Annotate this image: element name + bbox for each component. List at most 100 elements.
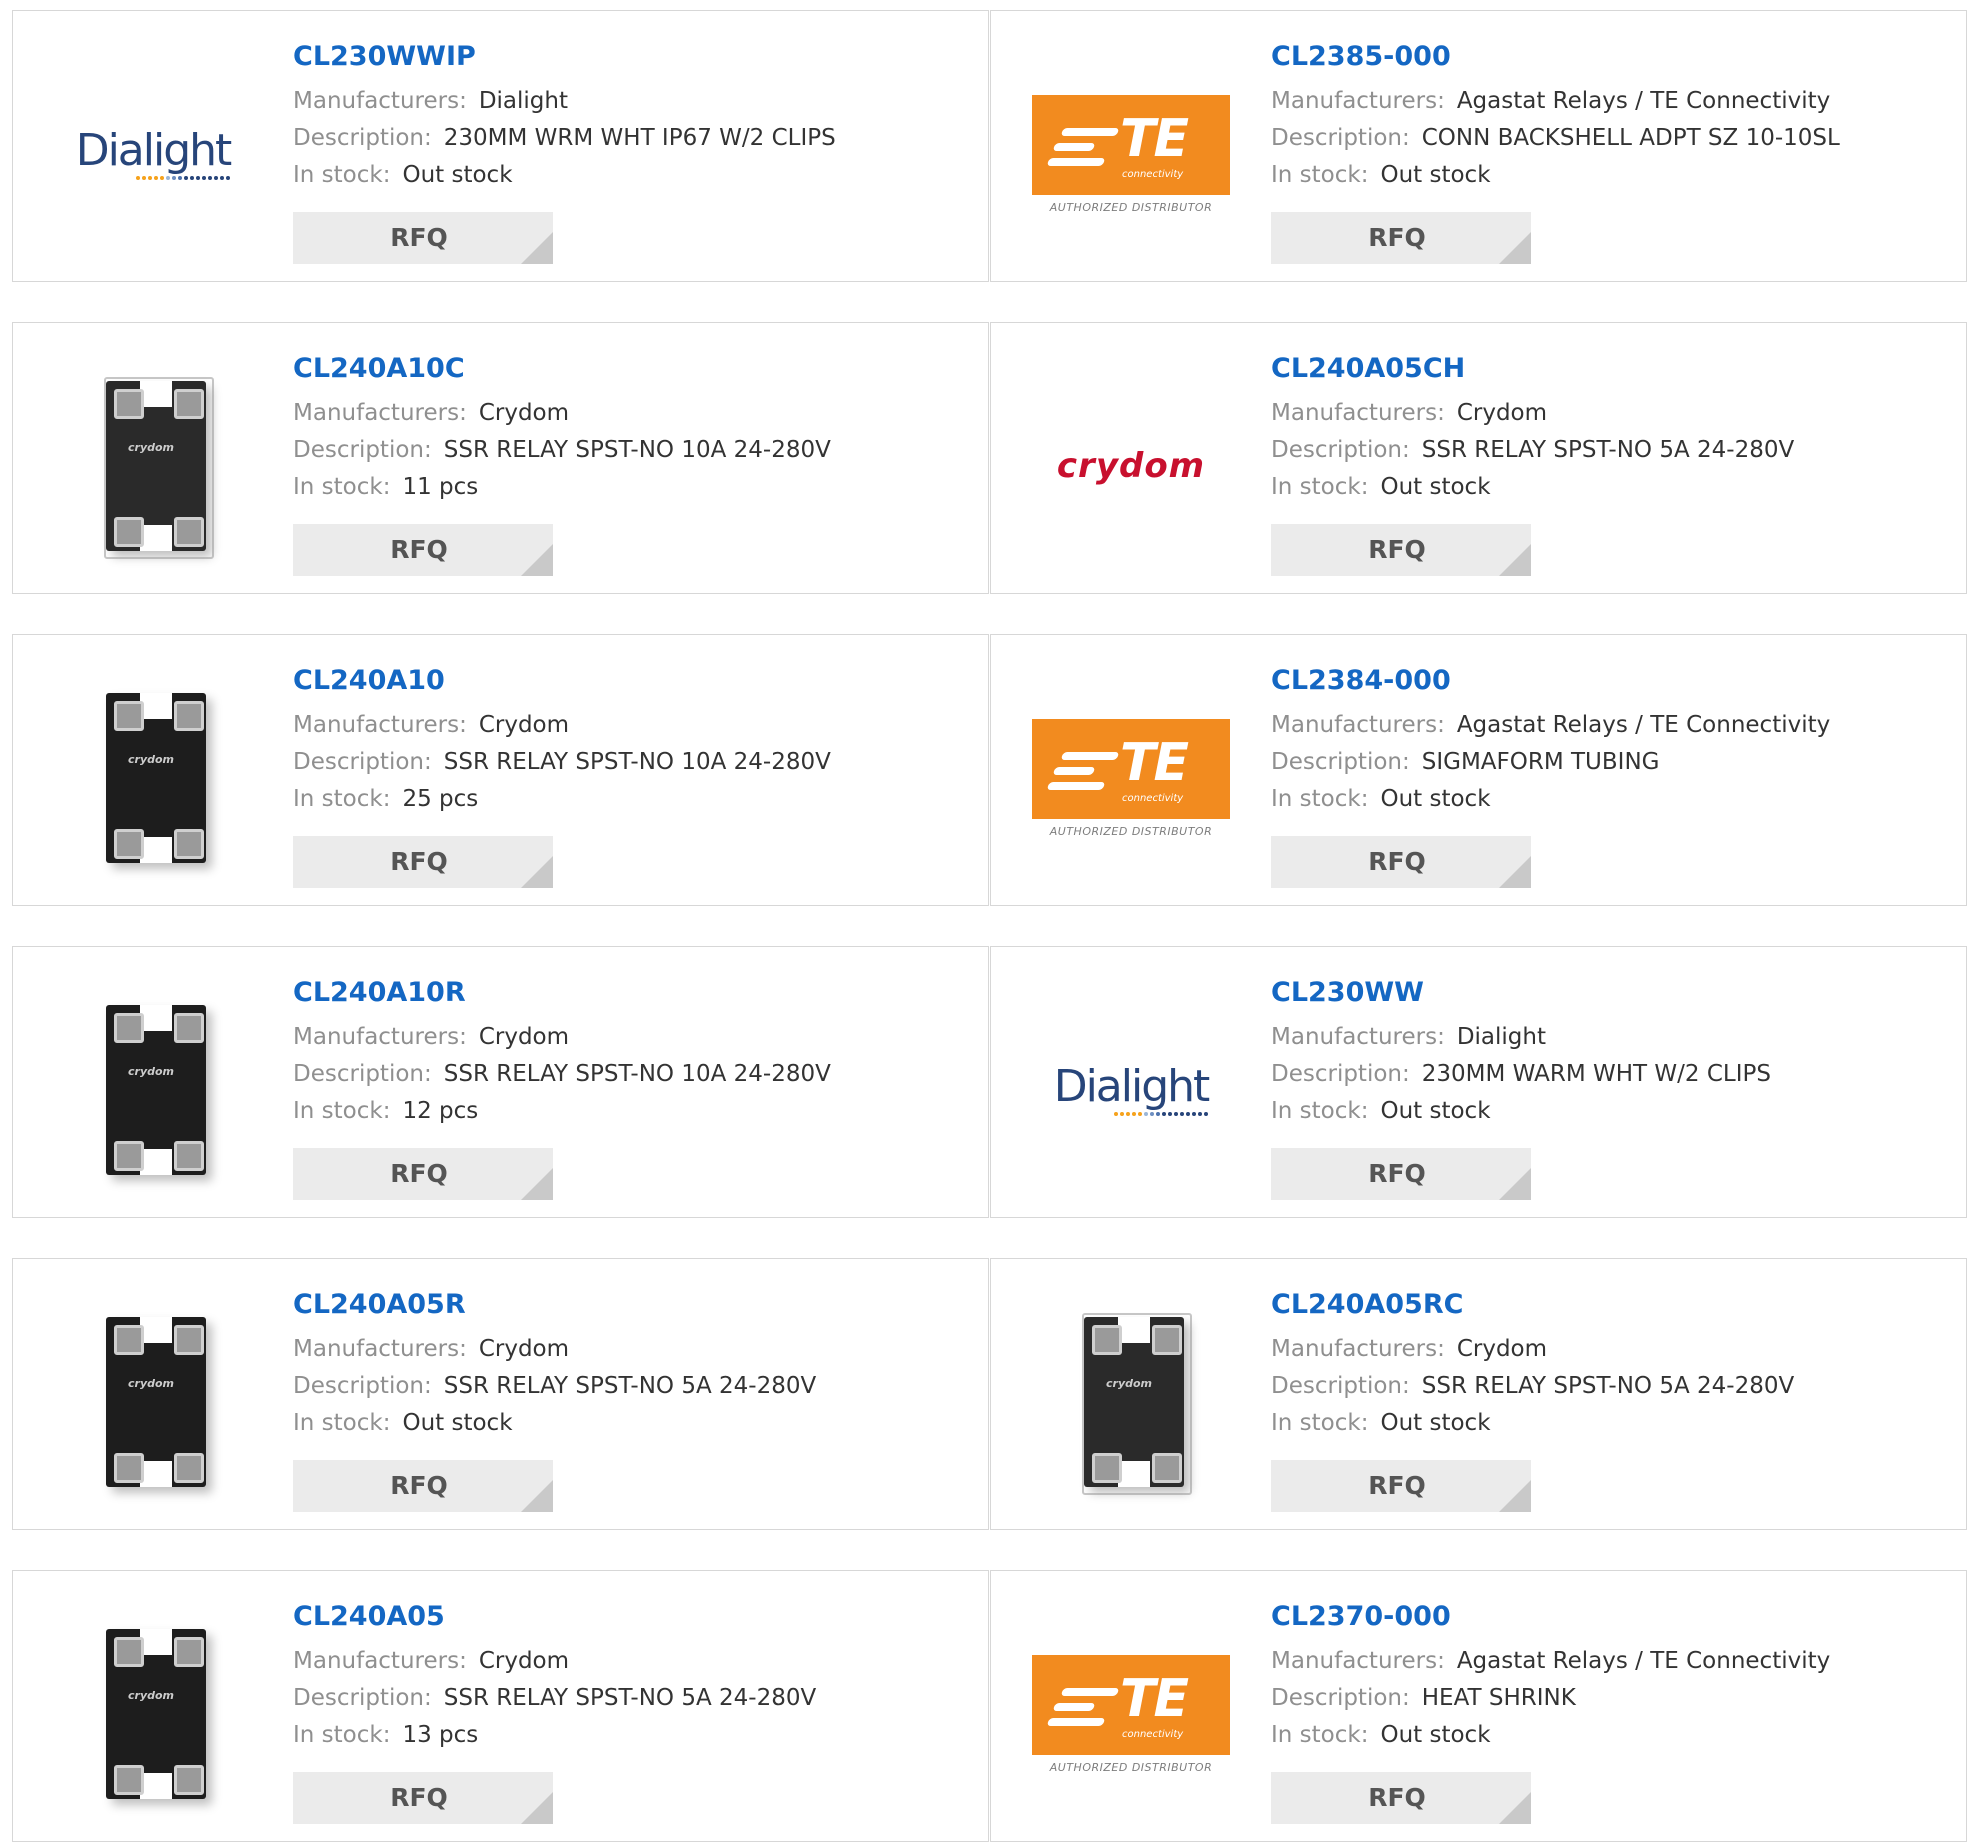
- rfq-label: RFQ: [1368, 1783, 1426, 1812]
- product-card: TE connectivity AUTHORIZED DISTRIBUTOR CL23…: [990, 1570, 1967, 1842]
- part-number-link[interactable]: CL230WWIP: [293, 41, 968, 73]
- authorized-distributor-text: AUTHORIZED DISTRIBUTOR: [1049, 200, 1213, 214]
- stock-label: In stock:: [1271, 786, 1369, 812]
- description-value: SSR RELAY SPST-NO 10A 24-280V: [443, 749, 831, 775]
- product-thumbnail[interactable]: TE connectivity AUTHORIZED DISTRIBUTOR: [1031, 1614, 1231, 1814]
- rfq-corner-decoration: [1499, 1168, 1531, 1200]
- manufacturer-label: Manufacturers:: [1271, 1336, 1445, 1362]
- rfq-button[interactable]: RFQ: [1271, 1460, 1531, 1512]
- stock-label: In stock:: [293, 786, 391, 812]
- part-number-link[interactable]: CL2384-000: [1271, 665, 1946, 697]
- rfq-button[interactable]: RFQ: [1271, 524, 1531, 576]
- part-number-link[interactable]: CL240A05: [293, 1601, 968, 1633]
- manufacturer-label: Manufacturers:: [293, 88, 467, 114]
- product-thumbnail[interactable]: Dialight: [53, 54, 253, 254]
- product-thumbnail[interactable]: crydom: [53, 678, 253, 878]
- stock-label: In stock:: [1271, 162, 1369, 188]
- part-number-link[interactable]: CL240A10R: [293, 977, 968, 1009]
- rfq-button[interactable]: RFQ: [293, 1148, 553, 1200]
- rfq-button[interactable]: RFQ: [293, 836, 553, 888]
- description-row: Description: 230MM WARM WHT W/2 CLIPS: [1271, 1056, 1946, 1093]
- description-value: SSR RELAY SPST-NO 5A 24-280V: [1421, 1373, 1795, 1399]
- description-row: Description: SIGMAFORM TUBING: [1271, 744, 1946, 781]
- description-label: Description:: [1271, 1373, 1410, 1399]
- te-logo-subtext: connectivity: [1122, 792, 1184, 804]
- part-number-link[interactable]: CL240A05R: [293, 1289, 968, 1321]
- rfq-button[interactable]: RFQ: [293, 524, 553, 576]
- description-label: Description:: [293, 749, 432, 775]
- relay-brand-text: crydom: [128, 1065, 175, 1078]
- rfq-button[interactable]: RFQ: [293, 1772, 553, 1824]
- product-thumbnail[interactable]: crydom: [53, 1614, 253, 1814]
- rfq-label: RFQ: [390, 223, 448, 252]
- rfq-label: RFQ: [390, 1159, 448, 1188]
- product-card: crydom CL240A05 Manufacturers: Crydom Descri…: [12, 1570, 989, 1842]
- product-info: CL2370-000 Manufacturers: Agastat Relays /…: [1271, 1601, 1946, 1754]
- manufacturer-row: Manufacturers: Crydom: [1271, 395, 1946, 432]
- rfq-label: RFQ: [390, 847, 448, 876]
- manufacturer-value: Crydom: [478, 1648, 570, 1674]
- product-info: CL240A10R Manufacturers: Crydom Description…: [293, 977, 968, 1130]
- manufacturer-row: Manufacturers: Dialight: [1271, 1019, 1946, 1056]
- description-value: SIGMAFORM TUBING: [1421, 749, 1660, 775]
- rfq-button[interactable]: RFQ: [293, 212, 553, 264]
- product-thumbnail[interactable]: Dialight: [1031, 990, 1231, 1190]
- manufacturer-value: Dialight: [1456, 1024, 1546, 1050]
- product-info: CL240A05CH Manufacturers: Crydom Descriptio…: [1271, 353, 1946, 506]
- description-value: SSR RELAY SPST-NO 10A 24-280V: [443, 1061, 831, 1087]
- te-logo-text: TE: [1120, 732, 1189, 793]
- part-number-link[interactable]: CL240A10: [293, 665, 968, 697]
- part-number-link[interactable]: CL2370-000: [1271, 1601, 1946, 1633]
- product-grid: Dialight CL230WWIP Manufacturers: Dialight D…: [0, 0, 1974, 1842]
- description-row: Description: 230MM WRM WHT IP67 W/2 CLIPS: [293, 120, 968, 157]
- relay-product-image: crydom: [88, 1619, 218, 1809]
- dialight-dots: [1114, 1112, 1209, 1116]
- dialight-logo-text: Dialight: [75, 125, 233, 176]
- stock-value: 25 pcs: [402, 786, 479, 812]
- manufacturer-row: Manufacturers: Crydom: [293, 1643, 968, 1680]
- description-value: 230MM WRM WHT IP67 W/2 CLIPS: [443, 125, 836, 151]
- rfq-button[interactable]: RFQ: [1271, 836, 1531, 888]
- rfq-corner-decoration: [1499, 232, 1531, 264]
- stock-label: In stock:: [1271, 1098, 1369, 1124]
- product-card: crydom CL240A10 Manufacturers: Crydom Descri…: [12, 634, 989, 906]
- stock-row: In stock: Out stock: [293, 1405, 968, 1442]
- description-row: Description: SSR RELAY SPST-NO 10A 24-280…: [293, 432, 968, 469]
- product-info: CL240A10 Manufacturers: Crydom Description:…: [293, 665, 968, 818]
- part-number-link[interactable]: CL230WW: [1271, 977, 1946, 1009]
- stock-row: In stock: 11 pcs: [293, 469, 968, 506]
- part-number-link[interactable]: CL240A05CH: [1271, 353, 1946, 385]
- product-thumbnail[interactable]: crydom: [53, 366, 253, 566]
- product-thumbnail[interactable]: crydom: [53, 990, 253, 1190]
- product-thumbnail[interactable]: crydom: [1031, 1302, 1231, 1502]
- description-row: Description: SSR RELAY SPST-NO 5A 24-280V: [293, 1680, 968, 1717]
- part-number-link[interactable]: CL2385-000: [1271, 41, 1946, 73]
- product-thumbnail[interactable]: TE connectivity AUTHORIZED DISTRIBUTOR: [1031, 54, 1231, 254]
- rfq-button[interactable]: RFQ: [1271, 1772, 1531, 1824]
- stock-row: In stock: 12 pcs: [293, 1093, 968, 1130]
- description-value: SSR RELAY SPST-NO 5A 24-280V: [1421, 437, 1795, 463]
- rfq-button[interactable]: RFQ: [293, 1460, 553, 1512]
- rfq-button[interactable]: RFQ: [1271, 1148, 1531, 1200]
- product-thumbnail[interactable]: TE connectivity AUTHORIZED DISTRIBUTOR: [1031, 678, 1231, 878]
- manufacturer-label: Manufacturers:: [1271, 1648, 1445, 1674]
- stock-label: In stock:: [1271, 1722, 1369, 1748]
- stock-label: In stock:: [293, 1722, 391, 1748]
- manufacturer-value: Crydom: [478, 1336, 570, 1362]
- product-info: CL240A10C Manufacturers: Crydom Description…: [293, 353, 968, 506]
- te-connectivity-logo: TE connectivity AUTHORIZED DISTRIBUTOR: [1031, 718, 1231, 838]
- manufacturer-label: Manufacturers:: [1271, 400, 1445, 426]
- product-card: crydom CL240A05CH Manufacturers: Crydom Desc…: [990, 322, 1967, 594]
- part-number-link[interactable]: CL240A05RC: [1271, 1289, 1946, 1321]
- manufacturer-row: Manufacturers: Agastat Relays / TE Connec…: [1271, 707, 1946, 744]
- product-thumbnail[interactable]: crydom: [1031, 366, 1231, 566]
- rfq-label: RFQ: [390, 535, 448, 564]
- description-value: SSR RELAY SPST-NO 10A 24-280V: [443, 437, 831, 463]
- stock-value: Out stock: [1380, 1098, 1491, 1124]
- product-thumbnail[interactable]: crydom: [53, 1302, 253, 1502]
- stock-label: In stock:: [293, 1410, 391, 1436]
- te-logo-text: TE: [1120, 108, 1189, 169]
- description-label: Description:: [293, 1685, 432, 1711]
- rfq-button[interactable]: RFQ: [1271, 212, 1531, 264]
- part-number-link[interactable]: CL240A10C: [293, 353, 968, 385]
